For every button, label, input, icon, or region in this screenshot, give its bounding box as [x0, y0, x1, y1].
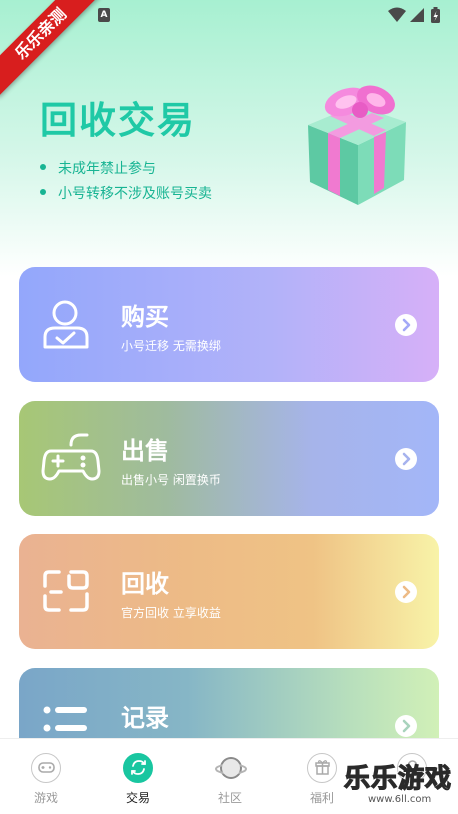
battery-icon [431, 7, 440, 23]
planet-icon [215, 753, 247, 783]
gamepad-icon [41, 429, 101, 485]
card-title: 记录 [121, 704, 169, 732]
chevron-right-icon[interactable] [395, 314, 417, 336]
card-title: 购买 [121, 303, 169, 331]
nav-item-games[interactable]: 游戏 [0, 739, 92, 814]
notice-item: 小号转移不涉及账号买卖 [40, 183, 212, 203]
nav-item-community[interactable]: 社区 [184, 739, 276, 814]
nav-item-trade[interactable]: 交易 [92, 739, 184, 814]
nav-label: 游戏 [33, 791, 58, 805]
status-icons [386, 6, 446, 24]
gift-box-icon [288, 70, 418, 210]
card-subtitle: 官方回收 立享收益 [121, 606, 221, 620]
game-icon [31, 753, 61, 783]
chevron-right-icon[interactable] [395, 581, 417, 603]
bullet-icon [40, 164, 46, 170]
chevron-right-icon[interactable] [395, 448, 417, 470]
chevron-right-icon[interactable] [395, 715, 417, 737]
page-title: 回收交易 [40, 99, 196, 142]
card-title: 回收 [121, 570, 169, 598]
recycle-icon [41, 562, 91, 618]
notice-text: 小号转移不涉及账号买卖 [58, 186, 212, 202]
gift-icon [307, 753, 337, 783]
nav-label: 社区 [217, 791, 242, 805]
buy-card[interactable]: 购买 小号迁移 无需换绑 [19, 267, 439, 382]
ribbon-text: 乐乐亲测 [0, 0, 104, 97]
watermark-text: 乐乐游戏 [343, 763, 453, 794]
trade-icon [123, 753, 153, 783]
watermark-url: www.6ll.com [368, 794, 432, 805]
card-title: 出售 [121, 437, 169, 465]
wifi-icon [388, 7, 406, 22]
card-subtitle: 小号迁移 无需换绑 [121, 339, 221, 353]
user-icon [41, 295, 91, 351]
notice-text: 未成年禁止参与 [58, 161, 156, 177]
site-watermark: 乐乐游戏 www.6ll.com [338, 758, 458, 814]
sell-card[interactable]: 出售 出售小号 闲置换币 [19, 401, 439, 516]
recycle-card[interactable]: 回收 官方回收 立享收益 [19, 534, 439, 649]
nav-label: 交易 [125, 791, 150, 805]
card-subtitle: 出售小号 闲置换币 [121, 473, 221, 487]
signal-icon [410, 8, 424, 22]
bullet-icon [40, 189, 46, 195]
notice-item: 未成年禁止参与 [40, 158, 156, 178]
